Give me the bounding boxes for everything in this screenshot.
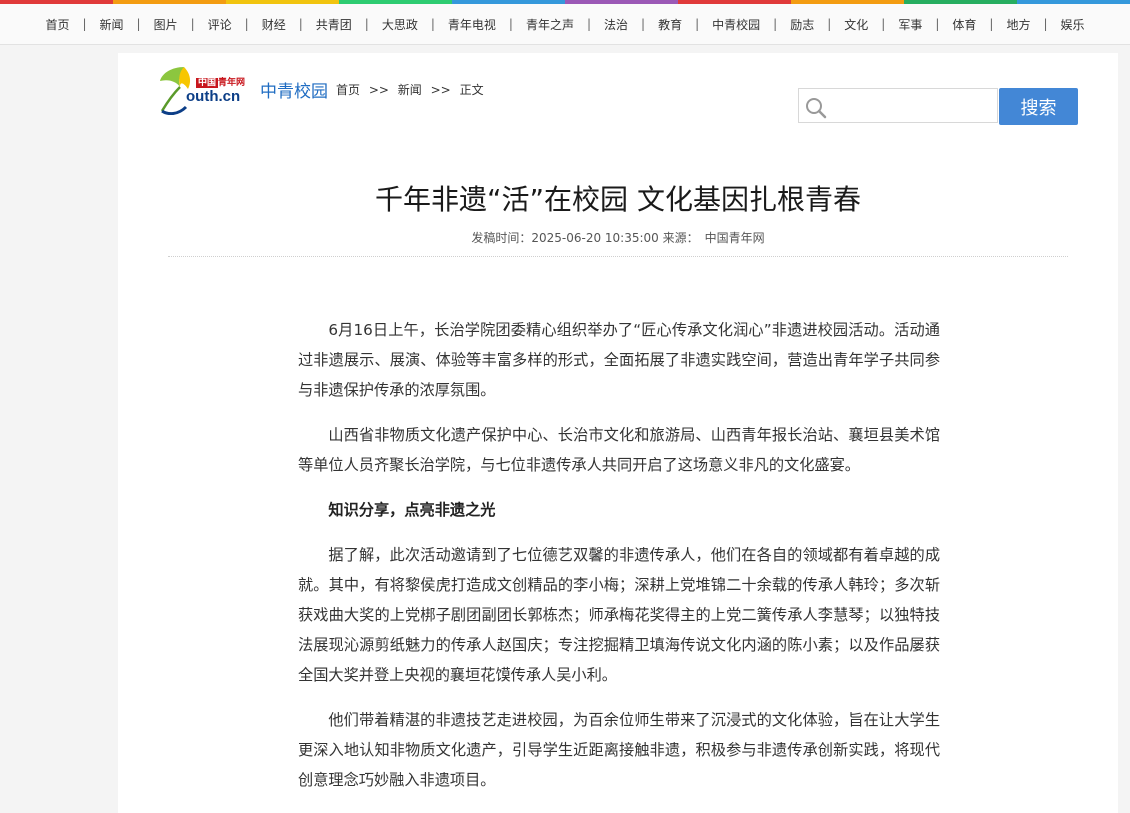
search-input[interactable]	[833, 93, 997, 120]
breadcrumb-separator: >>	[368, 83, 389, 97]
nav-item[interactable]: 青年之声	[513, 16, 587, 33]
nav-item[interactable]: 娱乐	[1048, 16, 1098, 33]
nav-item[interactable]: 大思政	[369, 16, 431, 33]
nav-item[interactable]: 评论	[195, 16, 245, 33]
title-divider	[168, 256, 1068, 257]
article-subheading: 知识分享，点亮非遗之光	[328, 501, 496, 519]
nav-item[interactable]: 法治	[591, 16, 641, 33]
nav-item[interactable]: 军事	[885, 16, 935, 33]
article-body: 6月16日上午，长治学院团委精心组织举办了“匠心传承文化润心”非遗进校园活动。活…	[298, 315, 940, 810]
section-title[interactable]: 中青校园	[260, 77, 328, 102]
nav-item[interactable]: 新闻	[87, 16, 137, 33]
nav-item[interactable]: 励志	[777, 16, 827, 33]
nav-item[interactable]: 文化	[831, 16, 881, 33]
nav-item[interactable]: 教育	[645, 16, 695, 33]
article-title: 千年非遗“活”在校园 文化基因扎根青春	[375, 182, 861, 216]
search-icon	[806, 98, 827, 119]
article-meta: 发稿时间：2025-06-20 10:35:00 来源： 中国青年网	[118, 229, 1118, 246]
site-logo[interactable]: 中国 青年网 outh.cn	[158, 63, 250, 115]
breadcrumb-separator: >>	[430, 83, 451, 97]
logo-site-text: outh.cn	[186, 88, 241, 105]
breadcrumb-current: 正文	[459, 83, 484, 97]
search-box	[798, 88, 998, 123]
publish-time-label: 发稿时间：	[471, 231, 532, 245]
article-paragraph: 山西省非物质文化遗产保护中心、长治市文化和旅游局、山西青年报长治站、襄垣县美术馆…	[298, 426, 940, 474]
article-paragraph: 6月16日上午，长治学院团委精心组织举办了“匠心传承文化润心”非遗进校园活动。活…	[298, 321, 940, 399]
nav-item[interactable]: 中青校园	[699, 16, 773, 33]
page-container: 中国 青年网 outh.cn 中青校园 首页 >> 新闻 >> 正文 搜索 千年非…	[118, 53, 1118, 813]
nav-item[interactable]: 青年电视	[435, 16, 509, 33]
breadcrumb-news[interactable]: 新闻	[398, 83, 422, 97]
breadcrumb: 首页 >> 新闻 >> 正文	[336, 81, 489, 98]
nav-item[interactable]: 财经	[249, 16, 299, 33]
breadcrumb-home[interactable]: 首页	[336, 83, 360, 97]
nav-item[interactable]: 共青团	[303, 16, 365, 33]
article-paragraph: 据了解，此次活动邀请到了七位德艺双馨的非遗传承人，他们在各自的领域都有着卓越的成…	[298, 546, 940, 684]
nav-item[interactable]: 图片	[141, 16, 191, 33]
nav-item[interactable]: 体育	[939, 16, 989, 33]
search-button[interactable]: 搜索	[999, 88, 1078, 125]
article-paragraph: 他们带着精湛的非遗技艺走进校园，为百余位师生带来了沉浸式的文化体验，旨在让大学生…	[298, 711, 940, 789]
source-value: 中国青年网	[704, 231, 765, 245]
nav-item[interactable]: 地方	[993, 16, 1043, 33]
publish-time: 2025-06-20 10:35:00	[531, 231, 659, 245]
source-label: 来源：	[662, 231, 699, 245]
nav-item[interactable]: 首页	[32, 16, 82, 33]
logo-badge: 中国 青年网	[196, 78, 246, 88]
top-navigation: 首页 | 新闻 | 图片 | 评论 | 财经 | 共青团 | 大思政 | 青年电视 | 青年之声 | 法治 | 教育 | 中…	[0, 4, 1130, 45]
